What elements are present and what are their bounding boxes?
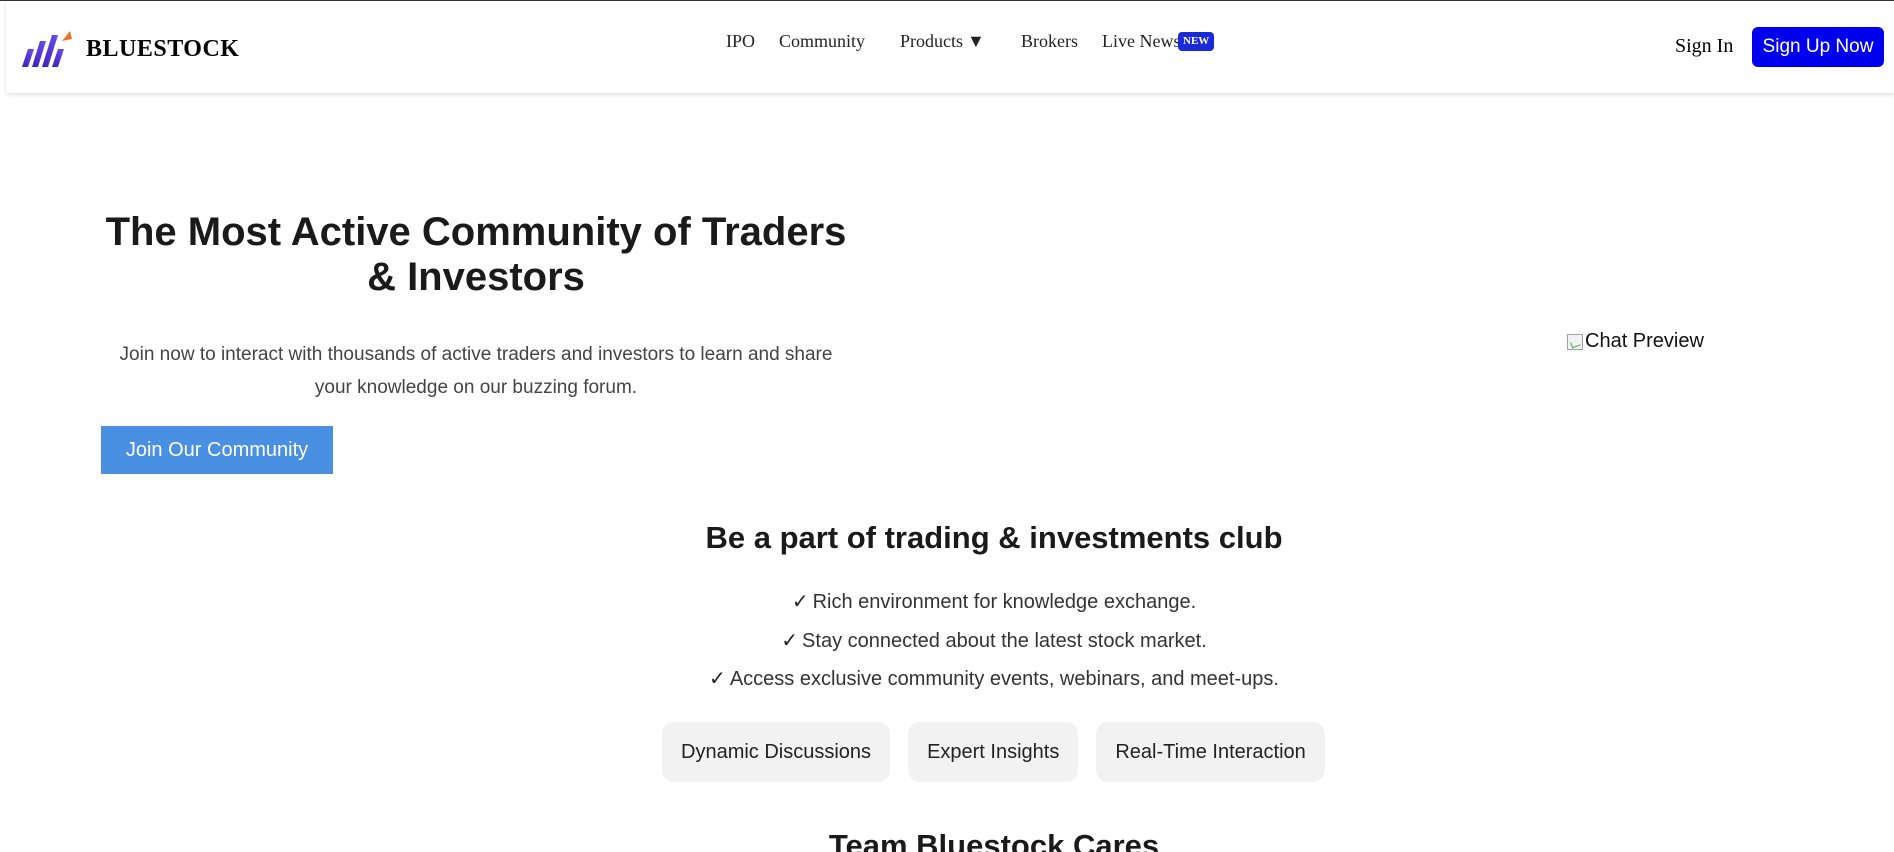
nav-live-news[interactable]: Live News <box>1102 31 1180 52</box>
team-section-title: Team Bluestock Cares <box>828 828 1160 852</box>
brand-name: BLUESTOCK <box>86 35 240 62</box>
benefit-text: Rich environment for knowledge exchange. <box>812 591 1197 613</box>
nav-brokers[interactable]: Brokers <box>1021 31 1078 52</box>
benefit-item: ✓ Stay connected about the latest stock m… <box>0 626 1894 665</box>
hero-title: The Most Active Community of Traders & I… <box>105 210 847 299</box>
feature-chip-real-time-interaction[interactable]: Real-Time Interaction <box>1096 722 1325 782</box>
benefit-item: ✓ Access exclusive community events, webi… <box>0 664 1894 703</box>
feature-chips: Dynamic Discussions Expert Insights Real… <box>662 722 1325 782</box>
new-badge: NEW <box>1178 32 1215 51</box>
check-icon: ✓ <box>781 629 799 652</box>
nav-products[interactable]: Products ▼ <box>900 31 985 52</box>
bluestock-logo-icon <box>22 31 72 67</box>
logo[interactable]: BLUESTOCK <box>18 27 239 71</box>
check-icon: ✓ <box>791 591 809 613</box>
nav-community[interactable]: Community <box>779 31 865 52</box>
feature-chip-expert-insights[interactable]: Expert Insights <box>908 722 1079 782</box>
join-community-button[interactable]: Join Our Community <box>101 426 333 474</box>
navbar: BLUESTOCK IPO Community Products ▼ Broker… <box>6 1 1894 93</box>
sign-up-button[interactable]: Sign Up Now <box>1752 27 1884 67</box>
benefit-item: ✓ Rich environment for knowledge exchange… <box>0 587 1894 626</box>
benefits-list: ✓ Rich environment for knowledge exchange… <box>0 587 1894 703</box>
feature-chip-dynamic-discussions[interactable]: Dynamic Discussions <box>662 722 891 782</box>
nav-ipo[interactable]: IPO <box>726 31 755 52</box>
benefit-text: Access exclusive community events, webin… <box>729 668 1279 690</box>
dropdown-caret-icon: ▼ <box>967 31 985 51</box>
sign-in-link[interactable]: Sign In <box>1675 35 1733 58</box>
broken-image-icon <box>1567 333 1583 350</box>
benefit-text: Stay connected about the latest stock ma… <box>802 629 1207 652</box>
hero-subtitle: Join now to interact with thousands of a… <box>119 344 833 398</box>
club-section-title: Be a part of trading & investments club <box>705 520 1283 555</box>
chat-preview-alt-text: Chat Preview <box>1585 330 1704 352</box>
check-icon: ✓ <box>709 668 726 690</box>
chat-preview-image: Chat Preview <box>1567 330 1704 353</box>
nav-products-label: Products <box>900 31 963 51</box>
